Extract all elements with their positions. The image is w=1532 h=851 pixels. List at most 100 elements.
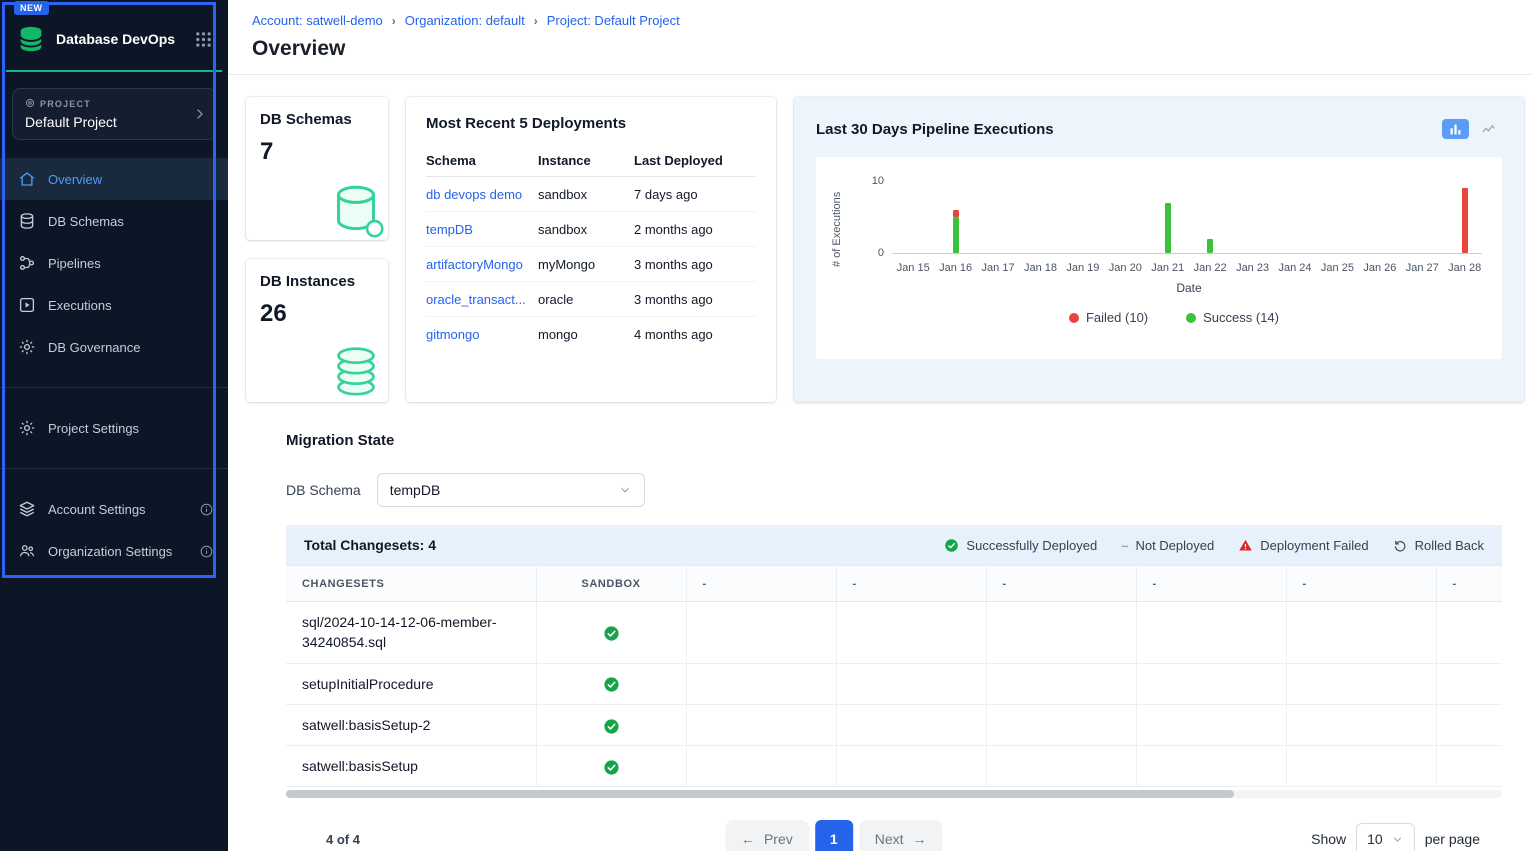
changeset-empty-cell <box>686 704 836 745</box>
sidebar-item-pipelines[interactable]: Pipelines <box>0 242 228 284</box>
info-icon[interactable] <box>199 544 214 559</box>
page-size-control: Show 10 per page <box>1311 823 1480 851</box>
deployment-row: gitmongo mongo 4 months ago <box>426 317 756 352</box>
changesets-column-header: - <box>1136 566 1286 602</box>
db-schema-selected-value: tempDB <box>390 482 441 498</box>
sidebar-item-db-schemas[interactable]: DB Schemas <box>0 200 228 242</box>
changeset-row: sql/2024-10-14-12-06-member-34240854.sql <box>286 602 1502 664</box>
bar-chart-toggle-icon[interactable] <box>1442 119 1469 139</box>
bar-success <box>953 217 959 253</box>
deployment-schema-link[interactable]: artifactoryMongo <box>426 257 523 272</box>
apps-grid-icon[interactable] <box>195 31 212 48</box>
chart-bar-group-jan-28: Jan 28 <box>1443 181 1485 274</box>
project-name: Default Project <box>25 114 203 130</box>
sidebar-item-organization-settings[interactable]: Organization Settings <box>0 530 228 572</box>
x-tick-label: Jan 27 <box>1401 262 1443 274</box>
chart-bar-group-jan-27: Jan 27 <box>1401 181 1443 274</box>
x-tick-label: Jan 24 <box>1274 262 1316 274</box>
sidebar-nav-project: Project Settings <box>0 407 228 449</box>
page-size-value: 10 <box>1367 831 1383 847</box>
status-legend-item-successfully-deployed: Successfully Deployed <box>944 538 1097 553</box>
chevron-right-icon <box>192 107 207 122</box>
x-tick-label: Jan 25 <box>1316 262 1358 274</box>
sidebar-item-db-governance[interactable]: DB Governance <box>0 326 228 368</box>
sidebar-item-project-settings[interactable]: Project Settings <box>0 407 228 449</box>
database-stack-icon <box>328 344 384 400</box>
info-icon[interactable] <box>199 502 214 517</box>
app-root: NEW Database DevOps PROJECT Default Proj… <box>0 0 1532 851</box>
deployment-last-deployed: 7 days ago <box>634 177 756 212</box>
brand-underline <box>6 70 222 72</box>
changesets-column-header: - <box>836 566 986 602</box>
new-badge: NEW <box>14 1 49 15</box>
bar-failed <box>953 210 959 217</box>
scrollbar-thumb[interactable] <box>286 790 1234 798</box>
changeset-empty-cell <box>1136 602 1286 664</box>
breadcrumb-separator: › <box>534 14 538 28</box>
deployment-instance: myMongo <box>538 247 634 282</box>
changeset-name: satwell:basisSetup-2 <box>286 704 536 745</box>
deployment-row: oracle_transact... oracle 3 months ago <box>426 282 756 317</box>
database-icon <box>18 212 36 230</box>
page-size-select[interactable]: 10 <box>1356 823 1415 851</box>
changeset-empty-cell <box>1286 602 1436 664</box>
people-icon <box>18 542 36 560</box>
changesets-table-wrap: Total Changesets: 4 Successfully Deploye… <box>286 525 1502 799</box>
line-chart-toggle-icon[interactable] <box>1475 119 1502 139</box>
sidebar-item-executions[interactable]: Executions <box>0 284 228 326</box>
chart-bar-group-jan-24: Jan 24 <box>1274 181 1316 274</box>
changesets-column-header: - <box>986 566 1136 602</box>
arrow-right-icon: → <box>913 831 927 847</box>
x-tick-label: Jan 26 <box>1359 262 1401 274</box>
recent-deployments-card: Most Recent 5 Deployments Schema Instanc… <box>406 97 776 402</box>
db-schema-select[interactable]: tempDB <box>377 473 645 507</box>
page-number-button[interactable]: 1 <box>815 820 853 851</box>
chart-plot: Jan 15 Jan 16 Jan 17 Jan 18 <box>892 181 1486 274</box>
target-icon <box>25 98 35 110</box>
chart-plot-area: 10 0 Jan 15 Jan 16 Jan 17 <box>862 181 1486 295</box>
next-page-button[interactable]: Next → <box>859 820 943 851</box>
sidebar-item-account-settings[interactable]: Account Settings <box>0 488 228 530</box>
changesets-header-bar: Total Changesets: 4 Successfully Deploye… <box>286 525 1502 565</box>
page-title: Overview <box>252 37 1508 61</box>
stat-label: DB Instances <box>260 273 374 290</box>
chart-bar-group-jan-15: Jan 15 <box>892 181 934 274</box>
deployment-schema-link[interactable]: tempDB <box>426 222 473 237</box>
changesets-column-header: CHANGESETS <box>286 566 536 602</box>
column-header: Last Deployed <box>634 144 756 177</box>
play-box-icon <box>18 296 36 314</box>
chart-legend-item: Success (14) <box>1186 310 1279 325</box>
prev-page-button[interactable]: ← Prev <box>725 820 809 851</box>
project-selector[interactable]: PROJECT Default Project <box>12 88 216 140</box>
total-changesets: Total Changesets: 4 <box>304 537 436 553</box>
bar-success <box>1207 239 1213 253</box>
gear-icon <box>18 338 36 356</box>
deployments-table: Schema Instance Last Deployed db devops … <box>426 144 756 351</box>
layers-icon <box>18 500 36 518</box>
db-instances-card: DB Instances 26 <box>246 259 388 402</box>
changeset-empty-cell <box>836 746 986 787</box>
changeset-empty-cell <box>986 746 1136 787</box>
sidebar-nav-account: Account Settings Organization Settings <box>0 488 228 572</box>
sidebar-divider <box>0 468 228 469</box>
chart-bar-group-jan-20: Jan 20 <box>1104 181 1146 274</box>
pagination-row: 4 of 4 ← Prev 1 Next → Show <box>326 819 1480 851</box>
deployment-schema-link[interactable]: gitmongo <box>426 327 479 342</box>
changeset-empty-cell <box>836 663 986 704</box>
legend-dot-icon <box>1186 313 1196 323</box>
breadcrumb: Account: satwell-demo › Organization: defa… <box>252 13 1508 28</box>
deployment-schema-link[interactable]: oracle_transact... <box>426 292 526 307</box>
breadcrumb-separator: › <box>392 14 396 28</box>
changeset-empty-cell <box>1436 663 1502 704</box>
changeset-status-cell <box>536 602 686 664</box>
horizontal-scrollbar <box>286 789 1502 799</box>
breadcrumb-link-1[interactable]: Organization: default <box>405 13 525 28</box>
chart-bar-group-jan-22: Jan 22 <box>1189 181 1231 274</box>
breadcrumb-link-2[interactable]: Project: Default Project <box>547 13 680 28</box>
sidebar-item-overview[interactable]: Overview <box>0 158 228 200</box>
deployment-schema-link[interactable]: db devops demo <box>426 187 522 202</box>
chart-bar-group-jan-21: Jan 21 <box>1147 181 1189 274</box>
changesets-table: CHANGESETSSANDBOX------ sql/2024-10-14-1… <box>286 565 1502 787</box>
changeset-empty-cell <box>1136 746 1286 787</box>
breadcrumb-link-0[interactable]: Account: satwell-demo <box>252 13 383 28</box>
